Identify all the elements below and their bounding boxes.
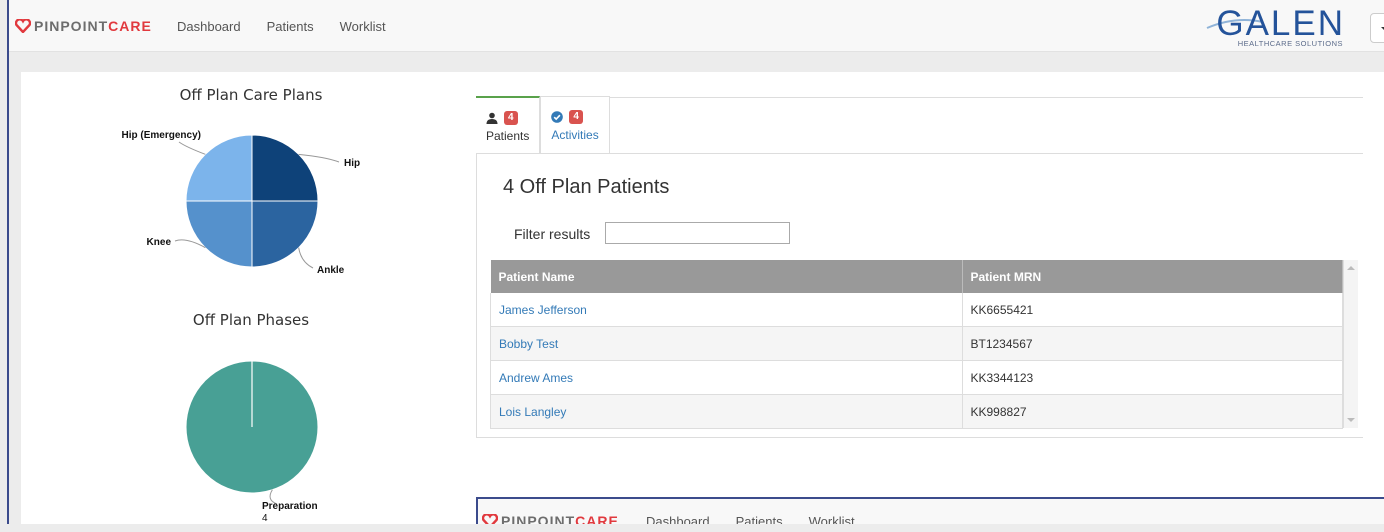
filter-input[interactable] [605,222,790,244]
patient-name-link[interactable]: Lois Langley [490,394,963,429]
column-header-patient-mrn[interactable]: Patient MRN [962,260,1343,293]
nav-link-dashboard[interactable]: Dashboard [177,19,241,34]
tab-strip: 4 Patients 4 Activities [476,96,610,154]
phases-pie-chart: Preparation4 [185,360,319,524]
tab-activities-label: Activities [551,128,599,142]
patient-mrn: KK998827 [961,394,1343,429]
nav-link-patients[interactable]: Patients [736,514,783,524]
table-row[interactable]: Lois Langley KK998827 [490,394,1343,429]
scroll-down-icon[interactable] [1347,418,1355,422]
tab-divider [476,153,1363,154]
scroll-up-icon[interactable] [1347,266,1355,270]
tab-activities[interactable]: 4 Activities [540,96,610,153]
tab-patients[interactable]: 4 Patients [476,96,541,153]
patient-mrn: BT1234567 [961,326,1343,361]
nav-links: Dashboard Patients Worklist [646,514,881,524]
table-row[interactable]: Bobby Test BT1234567 [490,326,1343,361]
patient-name-link[interactable]: James Jefferson [490,293,963,327]
tab-patients-label: Patients [486,128,530,143]
user-icon [486,112,498,124]
nav-link-worklist[interactable]: Worklist [340,19,386,34]
nav-link-worklist[interactable]: Worklist [809,514,855,524]
brand-suffix: CARE [575,513,619,524]
table-scrollbar[interactable] [1343,260,1358,428]
panel-heading: 4 Off Plan Patients [503,176,670,198]
heart-pin-icon [15,19,31,33]
patient-mrn: KK3344123 [961,360,1343,395]
table-row[interactable]: Andrew Ames KK3344123 [490,360,1343,395]
brand-prefix: PINPOINT [34,18,109,34]
brand-logo[interactable]: PINPOINTCARE [15,18,152,34]
patient-name-link[interactable]: Bobby Test [490,326,963,361]
tab-activities-count: 4 [569,110,583,124]
secondary-window: PINPOINTCARE Dashboard Patients Worklist [476,497,1384,524]
pie-value-label: 4 [262,513,268,524]
table-header-row: Patient Name Patient MRN [490,260,1343,293]
pie-label: Preparation [262,501,318,512]
partner-logo: GALEN HEALTHCARE SOLUTIONS [1205,6,1357,48]
nav-links: Dashboard Patients Worklist [177,19,412,34]
partner-logo-subtitle: HEALTHCARE SOLUTIONS [1237,39,1343,48]
top-navbar: PINPOINTCARE Dashboard Patients Worklist… [9,0,1384,52]
column-header-patient-name[interactable]: Patient Name [490,260,963,293]
nav-link-dashboard[interactable]: Dashboard [646,514,710,524]
window-edge [7,0,9,524]
patients-table: Patient Name Patient MRN James Jefferson… [490,260,1343,429]
table-row[interactable]: James Jefferson KK6655421 [490,293,1343,327]
tab-patients-count: 4 [504,110,518,125]
user-dropdown-button[interactable] [1370,13,1384,43]
brand-logo[interactable]: PINPOINTCARE [482,513,619,524]
patient-mrn: KK6655421 [961,293,1343,327]
partner-logo-title: GALEN [1216,4,1345,43]
filter-label: Filter results [514,226,591,242]
check-circle-icon [551,111,564,123]
nav-link-patients[interactable]: Patients [267,19,314,34]
heart-pin-icon [482,514,498,524]
brand-suffix: CARE [108,18,152,34]
patient-name-link[interactable]: Andrew Ames [490,360,963,395]
brand-prefix: PINPOINT [501,513,576,524]
